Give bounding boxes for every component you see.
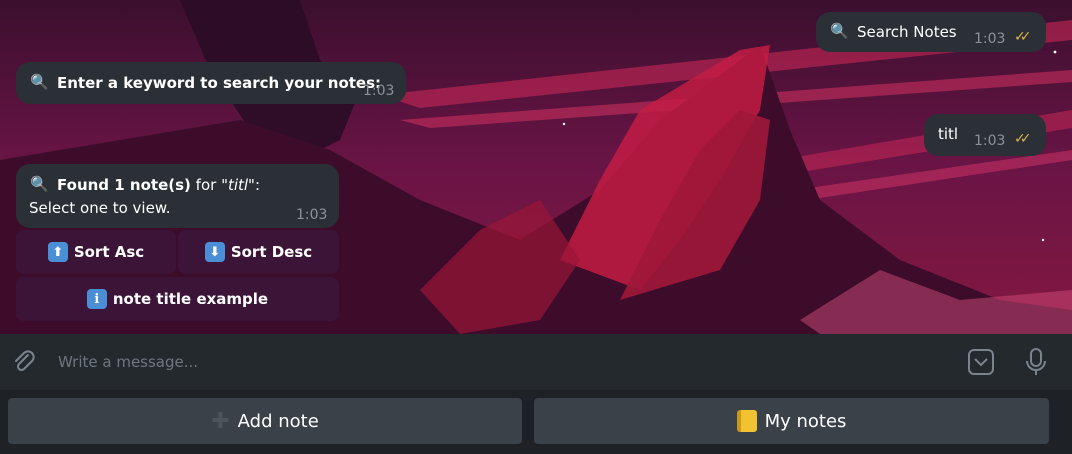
chat-area: 🔍 Search Notes 1:03 ✓✓ 🔍 Enter a keyword… <box>0 0 1072 334</box>
magnifier-icon: 🔍 <box>30 175 49 193</box>
note-title-label: note title example <box>112 290 269 308</box>
incoming-message-prompt: 🔍 Enter a keyword to search your notes: … <box>16 62 406 104</box>
colon-text: : <box>254 176 261 194</box>
message-time: 1:03 <box>363 83 395 99</box>
bot-keyboard-toggle-icon[interactable] <box>967 348 995 376</box>
arrow-down-icon: ⬇ <box>204 242 225 262</box>
notepad-icon <box>736 410 757 432</box>
outgoing-message-search-notes: 🔍 Search Notes 1:03 ✓✓ <box>816 12 1046 52</box>
add-note-button[interactable]: ✚ Add note <box>8 398 522 444</box>
sort-asc-label: Sort Asc <box>73 243 145 261</box>
my-notes-button[interactable]: My notes <box>534 398 1049 444</box>
double-check-icon: ✓✓ <box>1014 29 1032 45</box>
message-time: 1:03 <box>296 207 328 223</box>
message-text: titl <box>938 125 959 143</box>
query-text: "titl" <box>221 176 255 194</box>
plus-icon: ✚ <box>211 408 230 434</box>
message-composer <box>0 334 1072 390</box>
sort-desc-label: Sort Desc <box>230 243 313 261</box>
message-input[interactable] <box>50 344 930 380</box>
select-hint-text: Select one to view. <box>29 199 171 217</box>
sort-desc-button[interactable]: ⬇ Sort Desc <box>178 230 339 274</box>
microphone-icon[interactable] <box>1024 347 1048 377</box>
message-time: 1:03 <box>974 133 1006 149</box>
double-check-icon: ✓✓ <box>1014 131 1032 147</box>
add-note-label: Add note <box>237 410 319 432</box>
magnifier-icon: 🔍 <box>30 73 49 91</box>
for-text: for <box>190 176 222 194</box>
found-count-text: Found 1 note(s) <box>57 176 191 194</box>
arrow-up-icon: ⬆ <box>47 242 68 262</box>
paperclip-icon[interactable] <box>10 348 38 376</box>
magnifier-icon: 🔍 <box>830 22 849 40</box>
reply-keyboard: ✚ Add note My notes <box>0 390 1072 454</box>
outgoing-message-titl: titl 1:03 ✓✓ <box>924 114 1046 156</box>
note-item-button[interactable]: i note title example <box>16 277 339 321</box>
message-text: Search Notes <box>857 23 957 41</box>
info-icon: i <box>86 289 107 309</box>
message-text: Enter a keyword to search your notes: <box>57 74 382 92</box>
message-time: 1:03 <box>974 31 1006 47</box>
incoming-message-found: 🔍 Found 1 note(s) for "titl": Select one… <box>16 164 339 228</box>
sort-asc-button[interactable]: ⬆ Sort Asc <box>16 230 176 274</box>
my-notes-label: My notes <box>764 410 847 432</box>
